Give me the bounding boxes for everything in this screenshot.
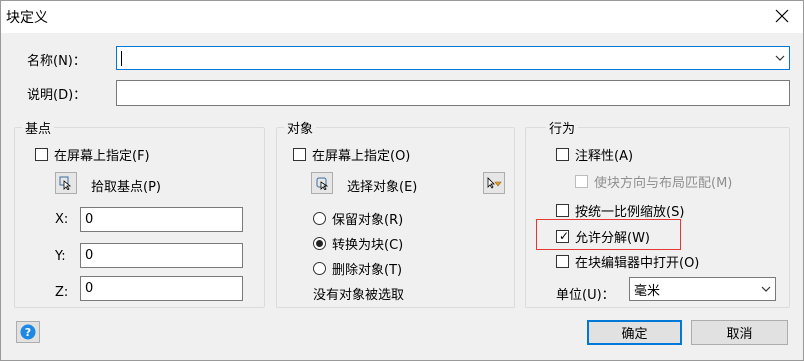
x-label: X: [55,212,69,227]
objects-title: 对象 [284,118,317,137]
quick-select-icon [487,177,502,189]
help-icon: ? [20,324,36,340]
units-select[interactable]: 毫米 [629,277,776,301]
pick-point-button[interactable] [55,172,77,194]
svg-text:?: ? [25,326,31,339]
select-objects-icon [316,177,329,190]
radio-button[interactable] [313,212,326,225]
checkbox-checked[interactable]: ✓ [556,230,569,243]
delete-option[interactable]: 删除对象(T) [313,259,402,278]
delete-label: 删除对象(T) [332,263,403,278]
select-objects-label: 选择对象(E) [347,180,418,195]
checkbox[interactable] [556,255,569,268]
checkmark-icon: ✓ [559,229,570,243]
checkbox[interactable] [35,148,48,161]
behavior-title: 行为 [546,118,579,137]
basepoint-specify-onscreen[interactable]: 在屏幕上指定(F) [35,145,150,164]
radio-button[interactable] [313,262,326,275]
y-label: Y: [55,249,66,264]
y-value: 0 [85,248,94,263]
pick-point-label: 拾取基点(P) [91,180,161,195]
retain-label: 保留对象(R) [332,213,404,228]
x-input[interactable]: 0 [80,207,243,232]
radio-button-selected[interactable] [313,237,326,250]
scale-uniformly-option[interactable]: 按统一比例缩放(S) [556,201,684,220]
z-label: Z: [55,285,69,300]
quick-select-button[interactable] [483,172,505,194]
cancel-button[interactable]: 取消 [691,320,788,345]
annotative-option[interactable]: 注释性(A) [556,145,633,164]
checkbox[interactable] [556,148,569,161]
ok-button[interactable]: 确定 [587,320,682,345]
close-icon [775,9,789,23]
description-label: 说明(D)： [27,88,87,103]
objects-specify-label: 在屏幕上指定(O) [312,149,411,164]
z-input[interactable]: 0 [80,276,243,301]
checkbox-disabled [575,175,588,188]
help-button[interactable]: ? [16,321,40,343]
close-button[interactable] [768,2,796,30]
convert-label: 转换为块(C) [332,238,404,253]
z-value: 0 [85,281,94,296]
scale-uniformly-label: 按统一比例缩放(S) [575,205,685,220]
units-value: 毫米 [634,283,661,299]
retain-option[interactable]: 保留对象(R) [313,209,403,228]
cursor-pick-icon [59,176,72,190]
description-input[interactable] [116,80,790,106]
open-in-editor-label: 在块编辑器中打开(O) [575,256,700,271]
chevron-down-icon[interactable] [775,47,785,69]
checkbox[interactable] [293,148,306,161]
y-input[interactable]: 0 [80,243,243,268]
basepoint-specify-label: 在屏幕上指定(F) [54,149,150,164]
name-combobox[interactable] [116,46,790,70]
match-orientation-label: 使块方向与布局匹配(M) [594,176,733,191]
match-orientation-option: 使块方向与布局匹配(M) [575,172,732,191]
objects-specify-onscreen[interactable]: 在屏幕上指定(O) [293,145,410,164]
x-value: 0 [85,212,94,227]
select-objects-button[interactable] [311,172,333,194]
selection-status: 没有对象被选取 [313,288,405,303]
allow-exploding-label: 允许分解(W) [575,231,650,246]
text-caret [121,50,122,66]
name-label: 名称(N)： [27,54,86,69]
units-label: 单位(U)： [556,288,615,303]
open-in-editor-option[interactable]: 在块编辑器中打开(O) [556,252,699,271]
basepoint-title: 基点 [22,118,55,137]
window-title: 块定义 [6,10,48,26]
allow-exploding-option[interactable]: ✓ 允许分解(W) [556,227,650,246]
convert-option[interactable]: 转换为块(C) [313,234,403,253]
title-bar [0,0,804,33]
checkbox[interactable] [556,204,569,217]
chevron-down-icon[interactable] [761,278,771,300]
annotative-label: 注释性(A) [575,149,634,164]
